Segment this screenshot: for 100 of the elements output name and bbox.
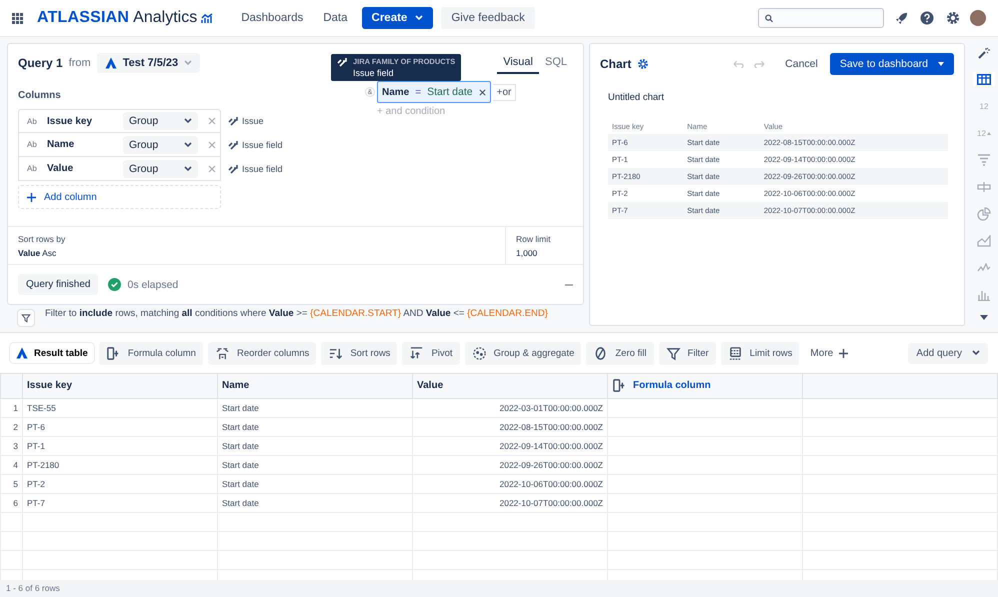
row-number: 2 (0, 417, 22, 436)
row-limit-label: Row limit (516, 234, 552, 244)
table-cell: PT-7 (22, 493, 218, 512)
mode-tab[interactable]: Visual (497, 52, 539, 74)
line-chart-icon (977, 263, 991, 273)
column-chart-icon (977, 289, 991, 301)
nav-link[interactable]: Data (317, 8, 354, 28)
chart-title: Chart (600, 57, 632, 71)
aggregation-dropdown[interactable]: Group (123, 160, 198, 178)
logo-icon (16, 347, 28, 359)
chevron-down-icon (415, 15, 424, 21)
column-name: Value (47, 163, 74, 174)
table-cell: 2022-09-14T00:00:00.000Z (412, 436, 608, 455)
condition-chip[interactable]: Name = Start date (377, 81, 491, 103)
pie-chart-icon (977, 207, 991, 221)
trend-up-icon (986, 132, 991, 134)
more-button[interactable]: More (804, 346, 854, 360)
column-header[interactable]: Issue key (22, 374, 218, 398)
group-icon (472, 346, 487, 360)
create-button[interactable]: Create (362, 7, 434, 29)
table-cell: PT-1 (22, 436, 218, 455)
caret-icon (938, 62, 944, 66)
columns-label: Columns (18, 90, 62, 101)
chart-type-button[interactable] (973, 72, 995, 86)
chevron-down-icon (972, 350, 980, 356)
column-header[interactable]: Name (218, 374, 412, 398)
sort-label: Sort rows by (18, 234, 66, 244)
step-button[interactable]: Filter (658, 342, 716, 364)
from-label: from (68, 57, 91, 69)
funnel-icon (977, 154, 991, 166)
feedback-button[interactable]: Give feedback (441, 7, 535, 29)
table-cell: 2022-10-07T00:00:00.000Z (412, 493, 608, 512)
step-button[interactable]: Formula column (98, 342, 203, 364)
add-column-button[interactable]: Add column (18, 185, 221, 209)
search-field[interactable] (758, 8, 884, 28)
row-number: 3 (0, 436, 22, 455)
row-number: 5 (0, 474, 22, 493)
elapsed-time: 0s elapsed (127, 278, 178, 290)
app-grid-icon[interactable] (12, 12, 23, 24)
nav-link[interactable]: Dashboards (235, 8, 310, 28)
step-button[interactable]: Limit rows (720, 342, 800, 364)
formula-column-icon (106, 346, 121, 360)
help-icon[interactable] (920, 11, 934, 25)
settings-icon[interactable] (637, 58, 650, 70)
scroll-down-icon[interactable] (980, 315, 988, 320)
type-label: Ab (27, 164, 38, 173)
cancel-button[interactable]: Cancel (779, 54, 824, 74)
source-dropdown[interactable]: Test 7/5/23 (96, 53, 200, 73)
result-table-button[interactable]: Result table (10, 343, 94, 363)
add-query-button[interactable]: Add query (908, 342, 988, 364)
table-cell: Start date (218, 474, 412, 493)
field-source: Issue field (242, 164, 283, 174)
chart-logo-icon (201, 12, 214, 24)
row-limit-value[interactable]: 1,000 (516, 248, 573, 258)
filter-icon (666, 346, 681, 360)
logo-icon (104, 57, 117, 69)
table-cell: Start date (218, 455, 412, 474)
jira-field-icon (228, 116, 238, 126)
table-icon (977, 74, 991, 84)
magic-wand-icon[interactable] (978, 47, 990, 59)
step-button[interactable]: Reorder columns (208, 342, 316, 364)
condition-field: Name (382, 86, 410, 98)
table-cell: 2022-03-01T00:00:00.000Z (412, 398, 608, 417)
chevron-down-icon (184, 142, 192, 148)
filter-step-button[interactable] (17, 309, 35, 327)
aggregation-dropdown[interactable]: Group (123, 136, 198, 154)
column-header[interactable]: Value (412, 374, 608, 398)
aggregation-dropdown[interactable]: Group (123, 112, 198, 130)
sort-value[interactable]: Value Asc (18, 248, 495, 258)
table-cell: Start date (218, 493, 412, 512)
close-icon[interactable] (478, 88, 486, 96)
number-label: 12 (980, 102, 988, 110)
query-title: Query 1 (18, 56, 63, 70)
pivot-icon (409, 346, 424, 360)
number-trend-label: 12 (977, 128, 986, 138)
table-cell: Start date (218, 436, 412, 455)
table-cell: PT-2180 (22, 455, 218, 474)
or-button[interactable]: +or (492, 84, 516, 100)
plus-icon (27, 192, 36, 202)
mode-tab[interactable]: SQL (538, 52, 573, 74)
table-cell: Start date (218, 398, 412, 417)
step-button[interactable]: Group & aggregate (464, 342, 582, 364)
avatar[interactable] (970, 10, 986, 26)
plus-icon (839, 348, 848, 358)
tooltip-text: Issue field (353, 68, 395, 78)
condition-value: Start date (427, 86, 473, 98)
formula-column-header[interactable]: Formula column (608, 374, 802, 398)
settings-icon[interactable] (946, 11, 960, 25)
rows-icon (728, 346, 743, 360)
table-cell: Start date (218, 417, 412, 436)
rocket-icon[interactable] (894, 12, 908, 24)
step-button[interactable]: Zero fill (586, 342, 654, 364)
table-cell: 2022-09-26T00:00:00.000Z (412, 455, 608, 474)
table-cell: 2022-08-15T00:00:00.000Z (412, 417, 608, 436)
jira-field-icon (228, 164, 238, 174)
save-button[interactable]: Save to dashboard (830, 53, 954, 75)
filter-description: Filter to include rows, matching all conditions where Value >= {CALENDAR.START} AND Value <= {CALENDAR.END} (45, 308, 548, 320)
chevron-down-icon (184, 60, 192, 66)
step-button[interactable]: Sort rows (321, 342, 398, 364)
step-button[interactable]: Pivot (402, 342, 460, 364)
